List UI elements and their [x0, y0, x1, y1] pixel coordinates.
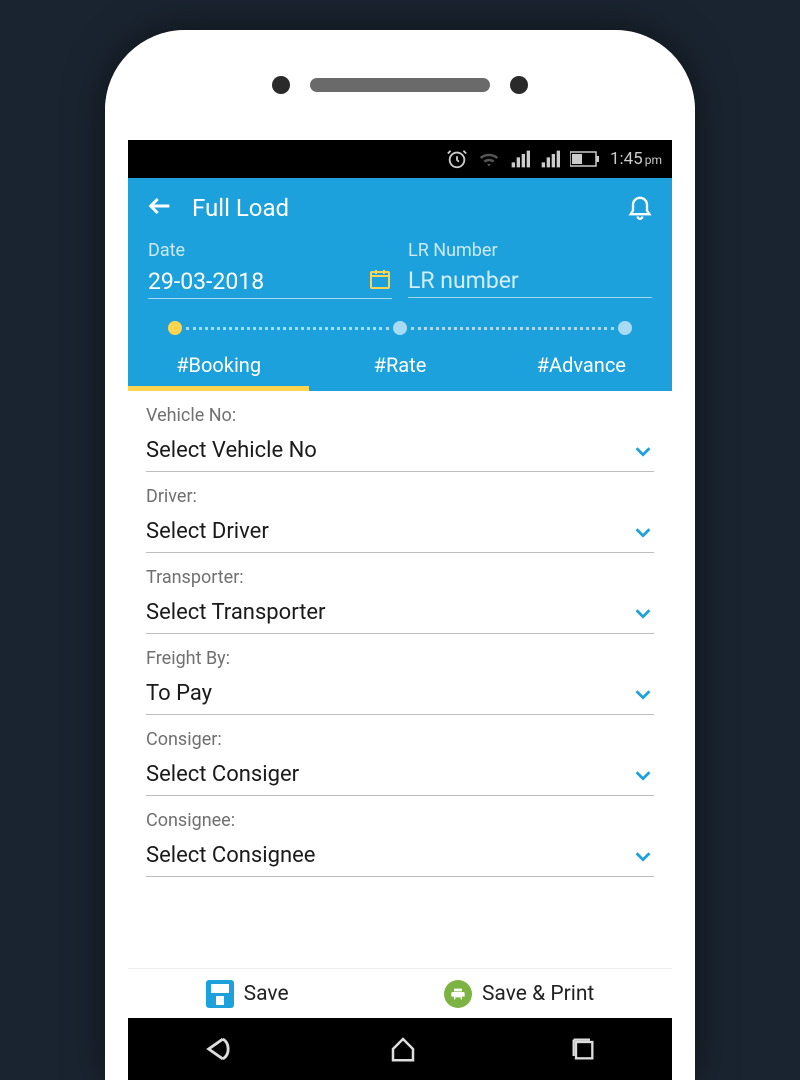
- transporter-select[interactable]: Select Transporter: [146, 594, 654, 634]
- chevron-down-icon: [632, 602, 654, 624]
- print-icon: [444, 980, 472, 1008]
- progress-stepper: [128, 307, 672, 341]
- step-2-dot: [393, 321, 407, 335]
- consigner-value: Select Consiger: [146, 762, 632, 787]
- android-status-bar: 1:45 pm: [128, 140, 672, 178]
- driver-label: Driver:: [146, 486, 654, 507]
- header-form-fields: Date 29-03-2018 LR Number LR number: [128, 234, 672, 307]
- status-time-value: 1:45: [610, 149, 643, 169]
- driver-value: Select Driver: [146, 519, 632, 544]
- chevron-down-icon: [632, 764, 654, 786]
- freight-select[interactable]: To Pay: [146, 675, 654, 715]
- save-print-label: Save & Print: [482, 982, 594, 1006]
- status-time: 1:45 pm: [610, 149, 662, 169]
- save-print-button[interactable]: Save & Print: [444, 980, 594, 1008]
- android-nav-bar: [128, 1018, 672, 1080]
- phone-screen: 1:45 pm Full Load Date 29-03-2018: [128, 140, 672, 1080]
- save-button[interactable]: Save: [206, 980, 289, 1008]
- transporter-field: Transporter: Select Transporter: [128, 553, 672, 634]
- vehicle-select[interactable]: Select Vehicle No: [146, 432, 654, 472]
- calendar-icon[interactable]: [368, 267, 392, 295]
- tab-bar: #Booking #Rate #Advance: [128, 341, 672, 391]
- wifi-icon: [478, 148, 500, 170]
- notifications-button[interactable]: [626, 192, 654, 224]
- nav-recent-icon: [569, 1035, 597, 1063]
- vehicle-field: Vehicle No: Select Vehicle No: [128, 391, 672, 472]
- chevron-down-icon: [632, 440, 654, 462]
- camera-dot: [510, 76, 528, 94]
- alarm-icon: [446, 148, 468, 170]
- page-title: Full Load: [192, 194, 626, 222]
- nav-recent-button[interactable]: [569, 1035, 597, 1063]
- back-button[interactable]: [146, 192, 174, 224]
- sensor-dot: [272, 76, 290, 94]
- consigner-select[interactable]: Select Consiger: [146, 756, 654, 796]
- tab-rate[interactable]: #Rate: [309, 341, 490, 391]
- vehicle-value: Select Vehicle No: [146, 438, 632, 463]
- tab-advance[interactable]: #Advance: [491, 341, 672, 391]
- lr-number-placeholder: LR number: [408, 267, 652, 294]
- chevron-down-icon: [632, 683, 654, 705]
- date-field[interactable]: Date 29-03-2018: [148, 240, 392, 299]
- signal-1-icon: [510, 149, 530, 169]
- step-line-2: [411, 327, 614, 330]
- save-icon: [206, 980, 234, 1008]
- step-line-1: [186, 327, 389, 330]
- phone-device-frame: 1:45 pm Full Load Date 29-03-2018: [105, 30, 695, 1080]
- status-time-ampm: pm: [645, 153, 662, 167]
- consigner-field: Consiger: Select Consiger: [128, 715, 672, 796]
- consignee-label: Consignee:: [146, 810, 654, 831]
- freight-label: Freight By:: [146, 648, 654, 669]
- freight-value: To Pay: [146, 681, 632, 706]
- form-body: Vehicle No: Select Vehicle No Driver: Se…: [128, 391, 672, 877]
- consignee-select[interactable]: Select Consignee: [146, 837, 654, 877]
- consigner-label: Consiger:: [146, 729, 654, 750]
- step-3-dot: [618, 321, 632, 335]
- title-bar: Full Load: [128, 178, 672, 234]
- action-bar: Save Save & Print: [128, 968, 672, 1018]
- signal-2-icon: [540, 149, 560, 169]
- date-value: 29-03-2018: [148, 268, 368, 295]
- nav-back-icon: [203, 1032, 237, 1066]
- battery-icon: [570, 151, 600, 167]
- freight-field: Freight By: To Pay: [128, 634, 672, 715]
- vehicle-label: Vehicle No:: [146, 405, 654, 426]
- lr-number-field[interactable]: LR Number LR number: [408, 240, 652, 299]
- date-label: Date: [148, 240, 392, 261]
- speaker-grille: [310, 78, 490, 92]
- driver-field: Driver: Select Driver: [128, 472, 672, 553]
- driver-select[interactable]: Select Driver: [146, 513, 654, 553]
- nav-home-icon: [388, 1034, 418, 1064]
- nav-back-button[interactable]: [203, 1032, 237, 1066]
- consignee-value: Select Consignee: [146, 843, 632, 868]
- app-header: Full Load Date 29-03-2018 LR Numbe: [128, 178, 672, 391]
- chevron-down-icon: [632, 845, 654, 867]
- bell-icon: [626, 192, 654, 220]
- phone-hardware-top: [105, 30, 695, 140]
- save-label: Save: [244, 982, 289, 1006]
- arrow-left-icon: [146, 192, 174, 220]
- active-tab-indicator: [128, 386, 309, 391]
- nav-home-button[interactable]: [388, 1034, 418, 1064]
- chevron-down-icon: [632, 521, 654, 543]
- step-1-dot: [168, 321, 182, 335]
- transporter-label: Transporter:: [146, 567, 654, 588]
- transporter-value: Select Transporter: [146, 600, 632, 625]
- consignee-field: Consignee: Select Consignee: [128, 796, 672, 877]
- lr-number-label: LR Number: [408, 240, 652, 261]
- tab-booking[interactable]: #Booking: [128, 341, 309, 391]
